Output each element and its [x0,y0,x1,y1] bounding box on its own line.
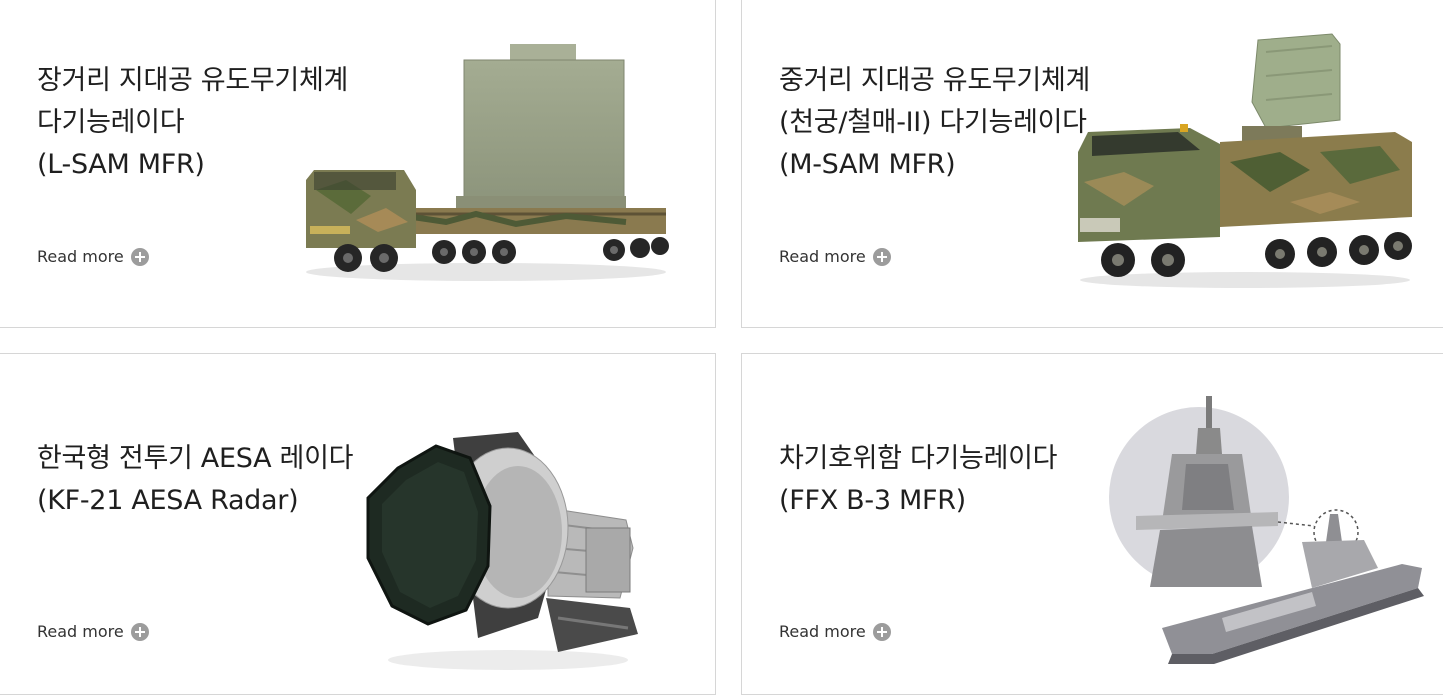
plus-circle-icon [872,622,891,641]
lsam-radar-truck-image [306,44,669,281]
plus-circle-icon [130,247,149,266]
card-title-line: 차기호위함 다기능레이다 [779,443,1058,474]
read-more-link[interactable]: Read more [37,622,149,641]
card-title-line: (KF-21 AESA Radar) [37,485,299,516]
product-card-ffx[interactable]: 차기호위함 다기능레이다 (FFX B-3 MFR) Read more [741,353,1443,695]
product-card-lsam[interactable]: 장거리 지대공 유도무기체계 다기능레이다 (L-SAM MFR) Read m… [0,0,716,328]
read-more-label: Read more [779,247,866,266]
card-title: 한국형 전투기 AESA 레이다 (KF-21 AESA Radar) [37,438,353,522]
read-more-link[interactable]: Read more [779,247,891,266]
card-title-line: (L-SAM MFR) [37,149,205,180]
card-title: 중거리 지대공 유도무기체계 (천궁/철매-II) 다기능레이다 (M-SAM … [779,60,1090,186]
frigate-mfr-image [1109,396,1424,664]
aesa-radar-unit-image [366,432,638,670]
read-more-link[interactable]: Read more [779,622,891,641]
card-title-line: 한국형 전투기 AESA 레이다 [37,443,354,474]
card-title-line: 다기능레이다 [37,107,185,138]
card-title-line: (천궁/철매-II) 다기능레이다 [779,107,1087,138]
msam-radar-truck-image [1078,33,1412,288]
product-card-aesa[interactable]: 한국형 전투기 AESA 레이다 (KF-21 AESA Radar) Read… [0,353,716,695]
read-more-link[interactable]: Read more [37,247,149,266]
card-title: 차기호위함 다기능레이다 (FFX B-3 MFR) [779,438,1058,522]
card-title-line: (M-SAM MFR) [779,149,956,180]
plus-circle-icon [130,622,149,641]
card-title-line: 장거리 지대공 유도무기체계 [37,65,349,96]
card-title: 장거리 지대공 유도무기체계 다기능레이다 (L-SAM MFR) [37,60,348,186]
read-more-label: Read more [37,247,124,266]
read-more-label: Read more [37,622,124,641]
card-title-line: (FFX B-3 MFR) [779,485,966,516]
plus-circle-icon [872,247,891,266]
product-card-msam[interactable]: 중거리 지대공 유도무기체계 (천궁/철매-II) 다기능레이다 (M-SAM … [741,0,1443,328]
read-more-label: Read more [779,622,866,641]
card-title-line: 중거리 지대공 유도무기체계 [779,65,1091,96]
